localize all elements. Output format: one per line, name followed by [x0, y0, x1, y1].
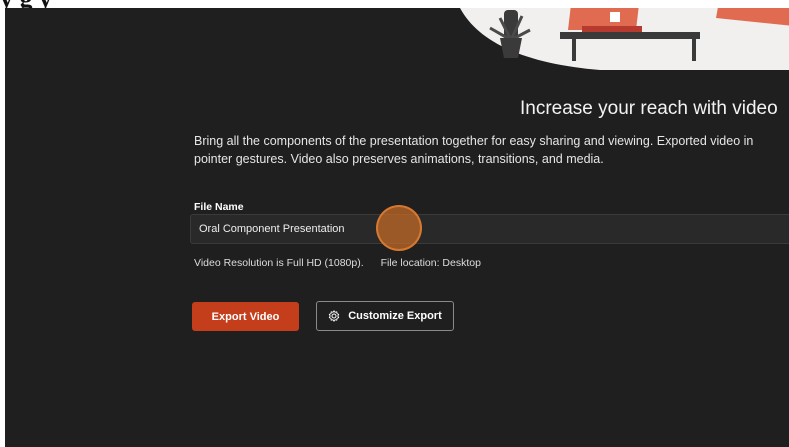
description-line-1: Bring all the components of the presenta…	[194, 134, 754, 148]
cursor-highlight	[376, 205, 422, 251]
export-video-panel: Increase your reach with video Bring all…	[5, 8, 789, 447]
dialog-description: Bring all the components of the presenta…	[194, 132, 789, 168]
customize-export-button[interactable]: Customize Export	[316, 301, 454, 331]
gear-icon	[329, 310, 340, 322]
overlay-title-text: y g y	[0, 0, 789, 8]
customize-export-label: Customize Export	[348, 310, 442, 322]
description-line-2: pointer gestures. Video also preserves a…	[194, 152, 604, 166]
file-location-text: File location: Desktop	[380, 257, 481, 269]
file-name-label: File Name	[194, 201, 244, 213]
export-video-button[interactable]: Export Video	[192, 302, 299, 331]
dialog-headline: Increase your reach with video	[520, 98, 778, 119]
export-info: Video Resolution is Full HD (1080p). Fil…	[194, 257, 481, 269]
resolution-text: Video Resolution is Full HD (1080p).	[194, 257, 364, 269]
file-name-input[interactable]	[190, 214, 789, 244]
presentation-illustration	[460, 8, 789, 70]
